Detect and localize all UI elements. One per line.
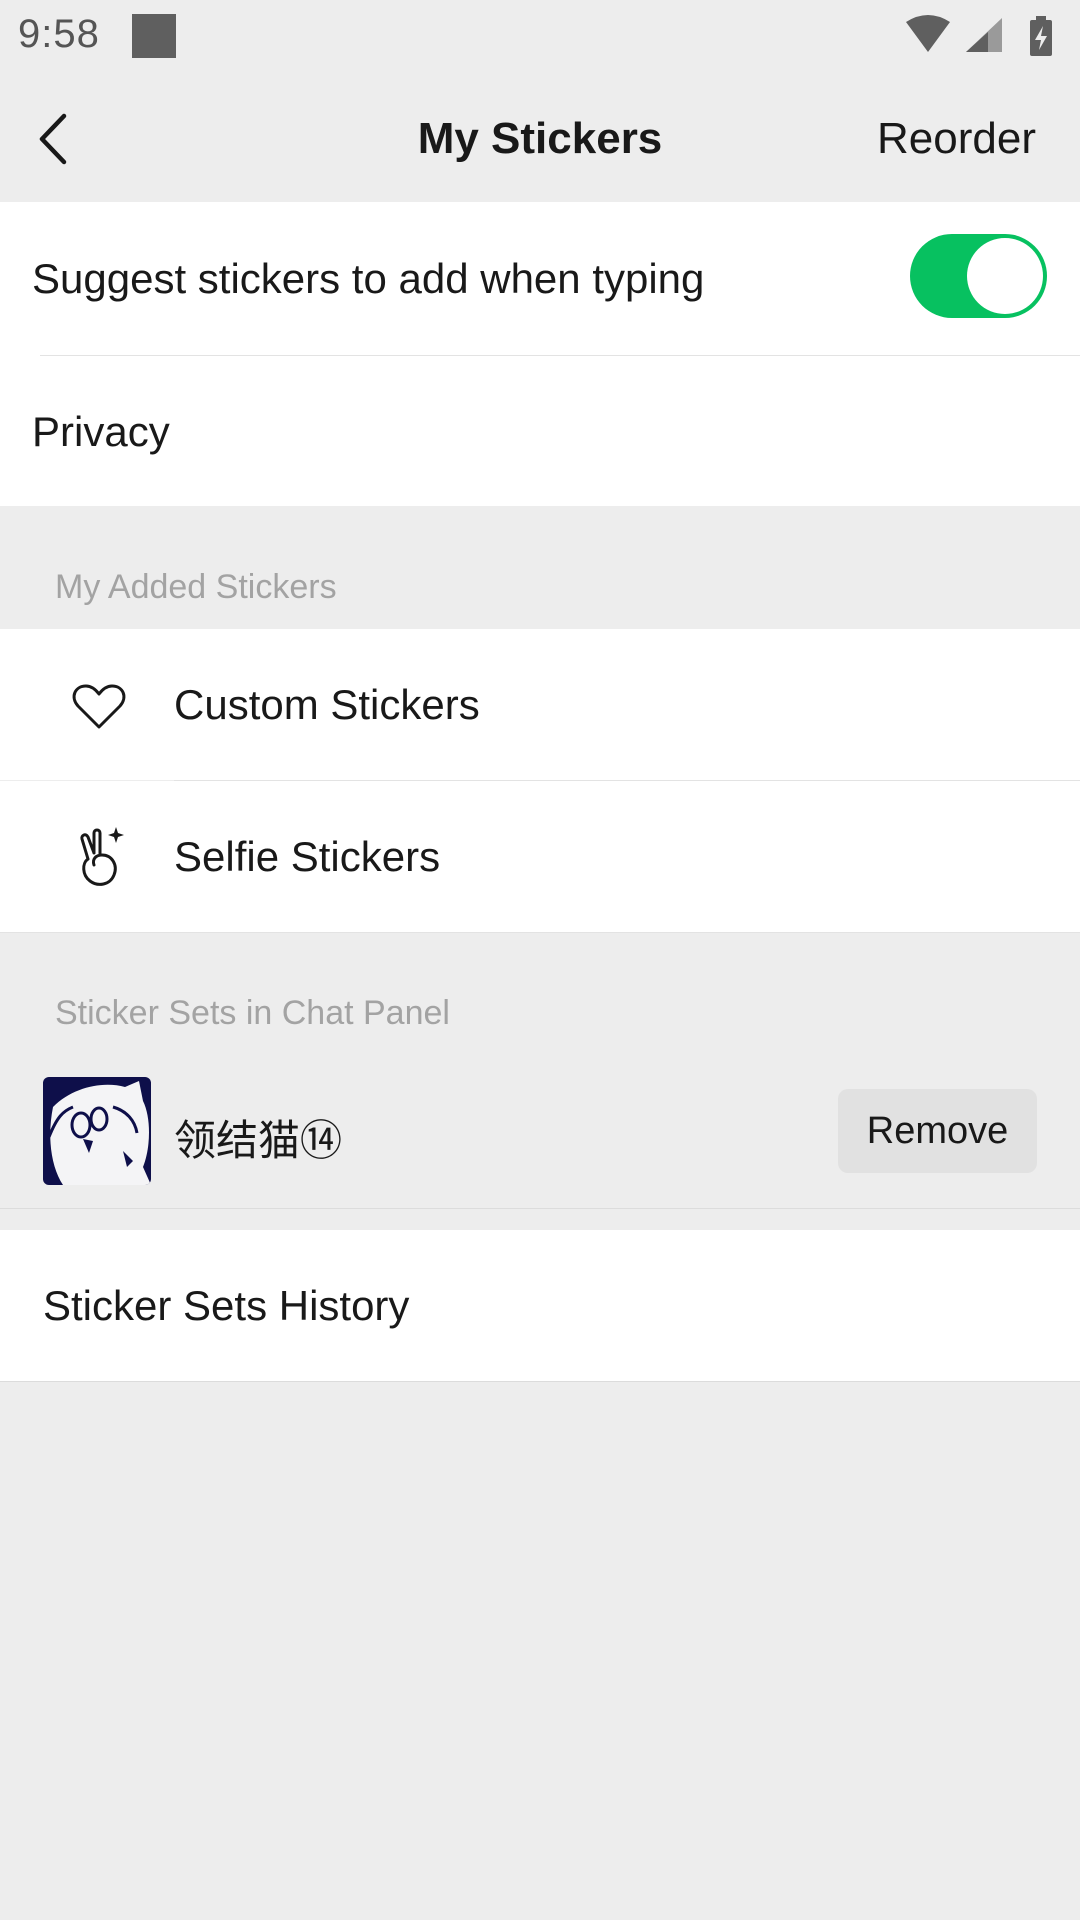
status-time: 9:58 (18, 12, 100, 56)
peace-hand-icon (80, 827, 124, 886)
sticker-sets-history-label: Sticker Sets History (43, 1282, 410, 1329)
remove-button[interactable]: Remove (838, 1089, 1037, 1173)
custom-stickers-label: Custom Stickers (174, 681, 480, 728)
status-bar: 9:58 (0, 0, 1080, 76)
section-header-chat-panel: Sticker Sets in Chat Panel (55, 994, 450, 1032)
selfie-stickers-row[interactable]: Selfie Stickers (0, 781, 1080, 932)
nav-bar: My Stickers Reorder (0, 76, 1080, 202)
wifi-icon (906, 15, 950, 52)
heart-icon (72, 684, 126, 729)
divider (0, 932, 1080, 933)
toggle-knob (967, 238, 1043, 314)
section-header-added: My Added Stickers (55, 568, 337, 606)
divider (0, 1208, 1080, 1209)
privacy-row[interactable]: Privacy (0, 356, 1080, 506)
reorder-button[interactable]: Reorder (877, 114, 1036, 164)
bowtie-cat-sticker-thumbnail (43, 1077, 151, 1185)
battery-icon (1030, 16, 1052, 56)
privacy-label: Privacy (32, 408, 170, 455)
selfie-stickers-label: Selfie Stickers (174, 833, 441, 880)
signal-icon (966, 18, 1002, 52)
custom-stickers-row[interactable]: Custom Stickers (0, 629, 1080, 780)
sticker-sets-history-row[interactable]: Sticker Sets History (0, 1230, 1080, 1381)
suggest-stickers-toggle[interactable] (910, 234, 1047, 318)
notification-icon (132, 14, 176, 58)
divider (0, 1381, 1080, 1382)
status-icons (906, 15, 1052, 56)
sticker-set-name: 领结猫⑭ (174, 1116, 343, 1165)
suggest-stickers-label: Suggest stickers to add when typing (32, 255, 705, 302)
